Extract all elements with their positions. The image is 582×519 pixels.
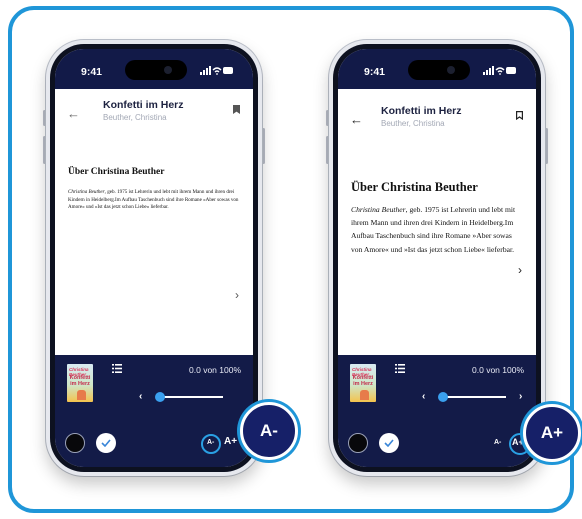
bookmark-filled-icon[interactable] bbox=[233, 105, 240, 114]
font-smaller-button[interactable]: A- bbox=[494, 439, 501, 446]
author-name: Christina Beuther bbox=[68, 189, 105, 195]
dynamic-island bbox=[408, 60, 470, 80]
book-author: Beuther, Christina bbox=[381, 119, 445, 128]
author-name: Christina Beuther bbox=[351, 205, 406, 214]
chevron-left-icon[interactable]: ‹ bbox=[422, 391, 425, 402]
app-bar: ← Konfetti im Herz Beuther, Christina bbox=[338, 95, 536, 145]
reading-progress-text: 0.0 von 100% bbox=[189, 365, 241, 375]
back-arrow-icon[interactable]: ← bbox=[67, 106, 80, 121]
dynamic-island bbox=[125, 60, 187, 80]
book-author: Beuther, Christina bbox=[103, 113, 167, 122]
progress-slider-track[interactable] bbox=[157, 396, 223, 398]
list-icon[interactable] bbox=[112, 364, 122, 373]
signal-wifi-battery-icon bbox=[200, 66, 233, 75]
check-icon bbox=[101, 439, 111, 447]
font-smaller-highlight-ring bbox=[201, 434, 221, 454]
progress-slider-track[interactable] bbox=[440, 396, 506, 398]
dark-theme-button[interactable] bbox=[348, 433, 368, 453]
page-heading: Über Christina Beuther bbox=[351, 180, 478, 194]
status-bar: 9:41 bbox=[55, 49, 253, 89]
book-title: Konfetti im Herz bbox=[103, 99, 184, 111]
reader-screen-small-font: 9:41 ← Konfetti im Herz Beuther, Christi… bbox=[55, 49, 253, 467]
font-larger-callout: A+ bbox=[523, 404, 581, 462]
progress-slider-thumb[interactable] bbox=[438, 392, 448, 402]
app-bar: ← Konfetti im Herz Beuther, Christina bbox=[55, 89, 253, 139]
cover-title: Konfetti im Herz bbox=[69, 375, 91, 387]
signal-wifi-battery-icon bbox=[483, 66, 516, 75]
reading-progress-text: 0.0 von 100% bbox=[472, 365, 524, 375]
phone-side-button bbox=[545, 128, 548, 164]
reader-control-panel: Christina Beuther Konfetti im Herz 0.0 v… bbox=[55, 355, 253, 467]
light-theme-button[interactable] bbox=[96, 433, 116, 453]
progress-slider-thumb[interactable] bbox=[155, 392, 165, 402]
page-heading: Über Christina Beuther bbox=[68, 167, 165, 177]
reader-screen-large-font: 9:41 ← Konfetti im Herz Beuther, Christi… bbox=[338, 49, 536, 467]
phone-side-button bbox=[262, 128, 265, 164]
light-theme-button[interactable] bbox=[379, 433, 399, 453]
book-cover-thumbnail[interactable]: Christina Beuther Konfetti im Herz bbox=[67, 364, 93, 402]
chevron-right-icon[interactable]: › bbox=[519, 391, 522, 402]
chevron-left-icon[interactable]: ‹ bbox=[139, 391, 142, 402]
page-body: Christina Beuther, geb. 1975 ist Lehreri… bbox=[68, 189, 241, 212]
font-smaller-callout: A- bbox=[240, 402, 298, 460]
phone-left: 9:41 ← Konfetti im Herz Beuther, Christi… bbox=[46, 40, 262, 476]
book-cover-thumbnail[interactable]: Christina Beuther Konfetti im Herz bbox=[350, 364, 376, 402]
cover-title: Konfetti im Herz bbox=[352, 375, 374, 387]
status-time: 9:41 bbox=[364, 66, 386, 78]
next-page-chevron-icon[interactable]: › bbox=[235, 288, 239, 302]
list-icon[interactable] bbox=[395, 364, 405, 373]
reader-control-panel: Christina Beuther Konfetti im Herz 0.0 v… bbox=[338, 355, 536, 467]
page-body: Christina Beuther, geb. 1975 ist Lehreri… bbox=[351, 203, 524, 256]
back-arrow-icon[interactable]: ← bbox=[350, 112, 363, 127]
check-icon bbox=[384, 439, 394, 447]
phone-right: 9:41 ← Konfetti im Herz Beuther, Christi… bbox=[329, 40, 545, 476]
dark-theme-button[interactable] bbox=[65, 433, 85, 453]
status-time: 9:41 bbox=[81, 66, 103, 78]
book-title: Konfetti im Herz bbox=[381, 105, 462, 117]
bookmark-outline-icon[interactable] bbox=[516, 111, 523, 120]
callout-label-right: A+ bbox=[540, 423, 564, 442]
page-content: Über Christina Beuther Christina Beuther… bbox=[68, 167, 241, 212]
next-page-chevron-icon[interactable]: › bbox=[518, 263, 522, 277]
page-content: Über Christina Beuther Christina Beuther… bbox=[351, 180, 524, 256]
font-larger-button[interactable]: A+ bbox=[224, 436, 237, 447]
status-bar: 9:41 bbox=[338, 49, 536, 89]
callout-label-left: A- bbox=[260, 421, 278, 440]
